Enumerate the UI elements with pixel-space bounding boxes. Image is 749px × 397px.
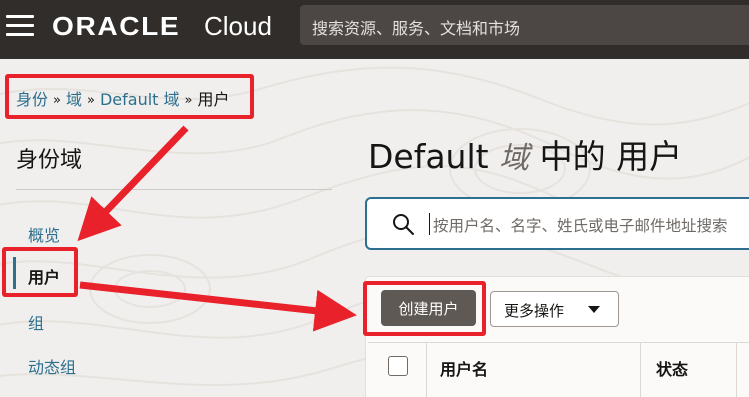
hamburger-menu-icon[interactable] <box>6 13 36 39</box>
create-user-highlight-box <box>363 281 486 336</box>
sidebar-title: 身份域 <box>16 148 83 173</box>
global-search-placeholder: 搜索资源、服务、文档和市场 <box>312 19 521 38</box>
text-cursor <box>429 213 430 235</box>
column-divider <box>736 342 737 397</box>
top-bar: ORACLE Cloud 搜索资源、服务、文档和市场 <box>0 0 749 59</box>
sidebar-divider <box>16 189 332 190</box>
oracle-cloud-logo[interactable]: ORACLE Cloud <box>52 9 272 43</box>
column-divider <box>640 342 641 397</box>
more-actions-label: 更多操作 <box>504 302 565 320</box>
page-title-prefix: Default <box>368 137 489 176</box>
page-title-domain: 域 <box>499 141 530 176</box>
page-title-suffix: 中的 用户 <box>539 137 683 176</box>
sidebar-item-overview[interactable]: 概览 <box>28 222 60 246</box>
sidebar-item-dynamic-groups[interactable]: 动态组 <box>28 354 76 378</box>
breadcrumb-highlight-box <box>5 74 254 119</box>
select-all-checkbox[interactable] <box>388 356 408 376</box>
column-divider <box>426 342 427 397</box>
chevron-down-icon <box>588 306 600 313</box>
logo-product: Cloud <box>204 11 272 41</box>
user-search-placeholder: 按用户名、名字、姓氏或电子邮件地址搜索 <box>433 217 728 235</box>
user-search-input[interactable]: 按用户名、名字、姓氏或电子邮件地址搜索 <box>365 197 749 250</box>
column-header-status[interactable]: 状态 <box>656 356 688 380</box>
search-icon <box>393 214 414 235</box>
sidebar-users-highlight-box <box>2 247 78 297</box>
page-title: Default 域 中的 用户 <box>368 130 682 178</box>
logo-brand: ORACLE <box>52 11 181 41</box>
more-actions-button[interactable]: 更多操作 <box>490 291 619 327</box>
column-header-username[interactable]: 用户名 <box>440 356 488 380</box>
global-search-input[interactable]: 搜索资源、服务、文档和市场 <box>300 5 749 45</box>
sidebar-item-groups[interactable]: 组 <box>28 310 44 334</box>
